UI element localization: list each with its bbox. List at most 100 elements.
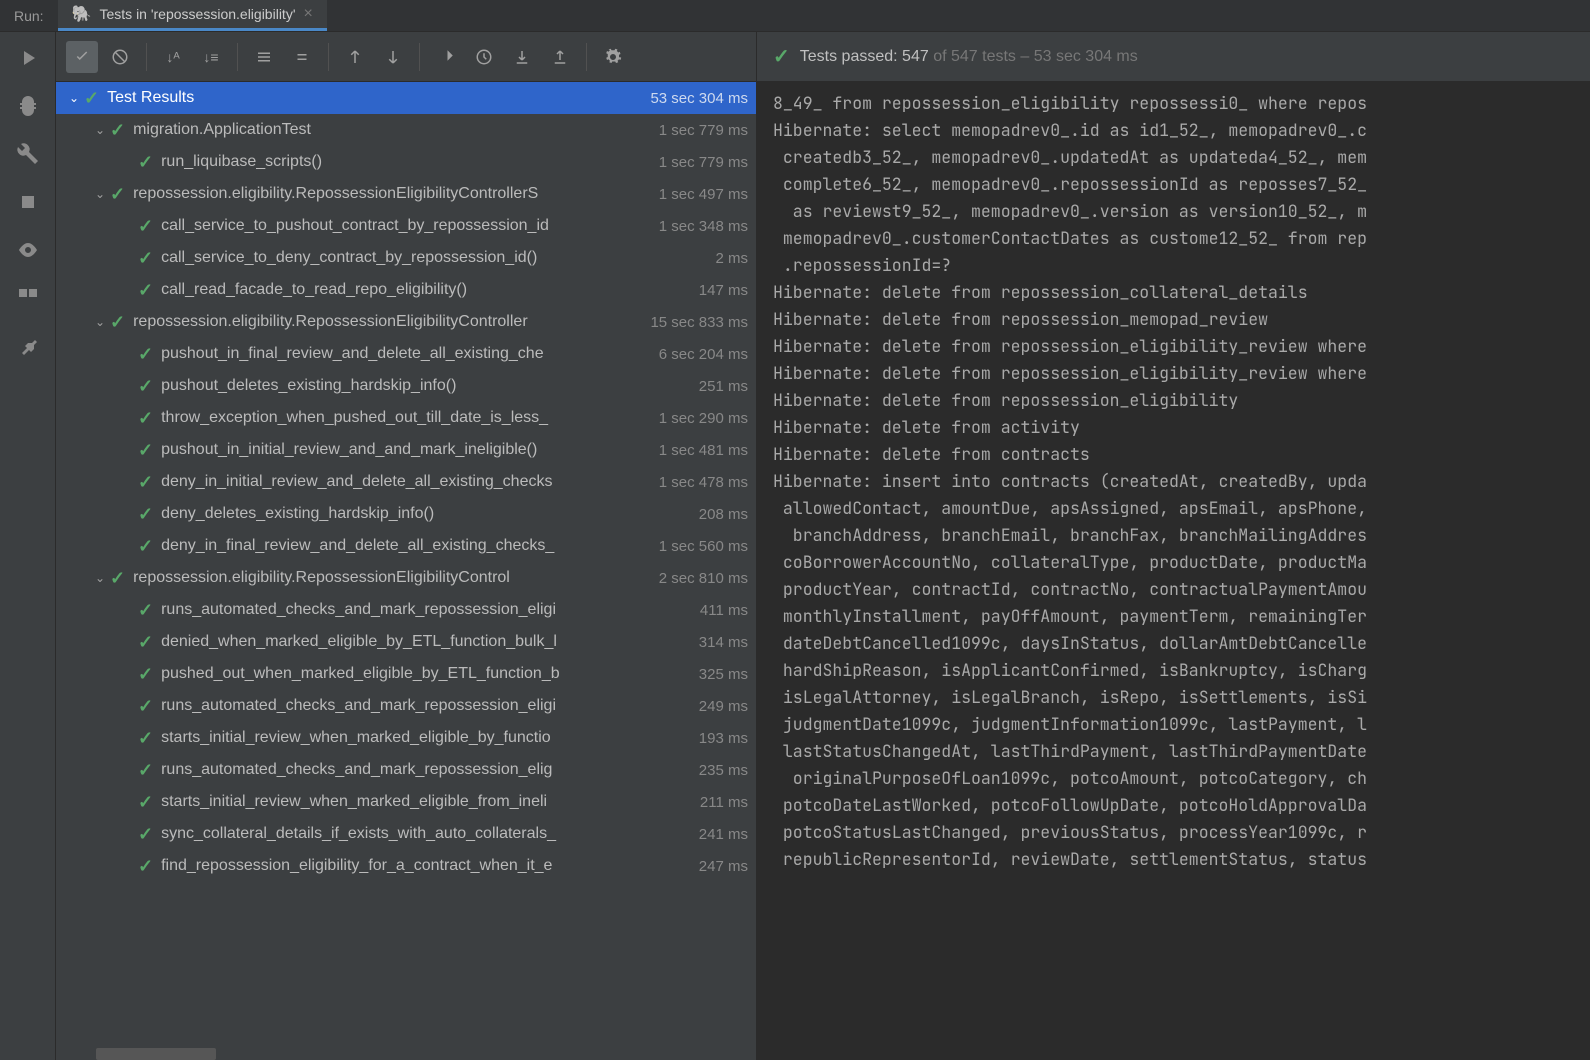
tree-test[interactable]: ✓starts_initial_review_when_marked_eligi… <box>56 786 756 818</box>
pass-icon: ✓ <box>138 600 153 621</box>
pass-icon: ✓ <box>138 632 153 653</box>
tree-test[interactable]: ✓deny_in_initial_review_and_delete_all_e… <box>56 466 756 498</box>
tree-root[interactable]: ⌄ ✓ Test Results 53 sec 304 ms <box>56 82 756 114</box>
test-time: 1 sec 478 ms <box>651 474 748 491</box>
tree-group[interactable]: ⌄✓migration.ApplicationTest1 sec 779 ms <box>56 114 756 146</box>
tab-title: Tests in 'repossession.eligibility' <box>100 6 296 22</box>
test-label: deny_in_initial_review_and_delete_all_ex… <box>161 473 651 491</box>
test-label: runs_automated_checks_and_mark_repossess… <box>161 601 692 619</box>
console-panel: ✓ Tests passed: 547 of 547 tests – 53 se… <box>756 32 1590 1060</box>
wrench-icon[interactable] <box>16 142 40 166</box>
tree-test[interactable]: ✓ deny_in_final_review_and_delete_all_exi… <box>56 530 756 562</box>
test-label: throw_exception_when_pushed_out_till_dat… <box>161 409 651 427</box>
separator <box>146 43 147 71</box>
expand-all-button[interactable] <box>248 41 280 73</box>
tree-test[interactable]: ✓denied_when_marked_eligible_by_ETL_func… <box>56 626 756 658</box>
tree-test[interactable]: ✓pushout_in_initial_review_and_and_mark_… <box>56 434 756 466</box>
test-time: 211 ms <box>692 794 748 811</box>
close-icon[interactable]: × <box>304 5 313 23</box>
test-label: pushout_deletes_existing_hardskip_info() <box>161 377 691 395</box>
test-time: 15 sec 833 ms <box>642 314 748 331</box>
test-label: sync_collateral_details_if_exists_with_a… <box>161 825 691 843</box>
pin-icon[interactable] <box>16 334 40 358</box>
tree-test[interactable]: ✓starts_initial_review_when_marked_eligi… <box>56 722 756 754</box>
test-time: 249 ms <box>691 698 748 715</box>
tree-test[interactable]: ✓pushout_in_final_review_and_delete_all_… <box>56 338 756 370</box>
tree-test[interactable]: ✓runs_automated_checks_and_mark_reposses… <box>56 690 756 722</box>
test-time: 1 sec 348 ms <box>651 218 748 235</box>
tree-test[interactable]: ✓ runs_automated_checks_and_mark_reposses… <box>56 754 756 786</box>
scrollbar-thumb[interactable] <box>96 1048 216 1060</box>
pass-icon: ✓ <box>138 664 153 685</box>
pass-icon: ✓ <box>138 760 153 781</box>
test-label: runs_automated_checks_and_mark_repossess… <box>161 761 691 779</box>
console-output[interactable]: 8_49_ from repossession_eligibility repo… <box>757 82 1590 1060</box>
stop-icon[interactable] <box>16 190 40 214</box>
test-label: repossession.eligibility.RepossessionEli… <box>133 569 651 587</box>
tree-test[interactable]: ✓pushed_out_when_marked_eligible_by_ETL_… <box>56 658 756 690</box>
chevron-down-icon[interactable]: ⌄ <box>90 123 110 137</box>
tree-test[interactable]: ✓throw_exception_when_pushed_out_till_da… <box>56 402 756 434</box>
status-bar: ✓ Tests passed: 547 of 547 tests – 53 se… <box>757 32 1590 82</box>
test-label: call_service_to_pushout_contract_by_repo… <box>161 217 651 235</box>
tree-group[interactable]: ⌄✓repossession.eligibility.RepossessionE… <box>56 178 756 210</box>
run-icon[interactable] <box>16 46 40 70</box>
tree-test[interactable]: ✓pushout_deletes_existing_hardskip_info(… <box>56 370 756 402</box>
chevron-down-icon[interactable]: ⌄ <box>90 187 110 201</box>
test-time: 241 ms <box>691 826 748 843</box>
import-button[interactable] <box>506 41 538 73</box>
test-toolbar: ↓ᴬ ↓≡ <box>56 32 756 82</box>
test-time: 193 ms <box>691 730 748 747</box>
test-label: deny_in_final_review_and_delete_all_exis… <box>161 537 651 555</box>
watch-icon[interactable] <box>16 238 40 262</box>
chevron-down-icon[interactable]: ⌄ <box>64 91 84 105</box>
separator <box>328 43 329 71</box>
pass-icon: ✓ <box>110 312 125 333</box>
pass-icon: ✓ <box>138 216 153 237</box>
tree-test[interactable]: ✓ runs_automated_checks_and_mark_reposses… <box>56 594 756 626</box>
sort-duration-button[interactable]: ↓≡ <box>195 41 227 73</box>
prev-failed-button[interactable] <box>339 41 371 73</box>
collapse-all-button[interactable] <box>286 41 318 73</box>
test-time: 6 sec 204 ms <box>651 346 748 363</box>
tree-test[interactable]: ✓ call_read_facade_to_read_repo_eligibili… <box>56 274 756 306</box>
rerun-failed-button[interactable] <box>430 41 462 73</box>
pass-icon: ✓ <box>138 280 153 301</box>
test-tree[interactable]: ⌄ ✓ Test Results 53 sec 304 ms ⌄✓migrati… <box>56 82 756 1048</box>
test-time: 247 ms <box>691 858 748 875</box>
tab-active[interactable]: 🐘 Tests in 'repossession.eligibility' × <box>58 0 327 31</box>
next-failed-button[interactable] <box>377 41 409 73</box>
chevron-down-icon[interactable]: ⌄ <box>90 315 110 329</box>
tree-test[interactable]: ✓ sync_collateral_details_if_exists_with_… <box>56 818 756 850</box>
test-label: call_read_facade_to_read_repo_eligibilit… <box>161 281 691 299</box>
tree-test[interactable]: ✓find_repossession_eligibility_for_a_con… <box>56 850 756 882</box>
layout-icon[interactable] <box>16 286 40 310</box>
test-label: call_service_to_deny_contract_by_reposse… <box>161 249 707 267</box>
pass-icon: ✓ <box>138 824 153 845</box>
tree-group[interactable]: ⌄✓ repossession.eligibility.RepossessionE… <box>56 562 756 594</box>
pass-icon: ✓ <box>138 344 153 365</box>
main: ↓ᴬ ↓≡ <box>0 32 1590 1060</box>
tree-test[interactable]: ✓run_liquibase_scripts()1 sec 779 ms <box>56 146 756 178</box>
export-button[interactable] <box>544 41 576 73</box>
horizontal-scrollbar[interactable] <box>56 1048 756 1060</box>
test-label: find_repossession_eligibility_for_a_cont… <box>161 857 691 875</box>
tree-test[interactable]: ✓ call_service_to_pushout_contract_by_rep… <box>56 210 756 242</box>
left-gutter <box>0 32 56 1060</box>
pass-icon: ✓ <box>110 568 125 589</box>
pass-icon: ✓ <box>138 536 153 557</box>
sort-alpha-button[interactable]: ↓ᴬ <box>157 41 189 73</box>
show-ignored-button[interactable] <box>104 41 136 73</box>
gear-icon[interactable] <box>597 41 629 73</box>
show-passed-button[interactable] <box>66 41 98 73</box>
test-label: starts_initial_review_when_marked_eligib… <box>161 793 692 811</box>
chevron-down-icon[interactable]: ⌄ <box>90 571 110 585</box>
tree-test[interactable]: ✓deny_deletes_existing_hardskip_info()20… <box>56 498 756 530</box>
history-button[interactable] <box>468 41 500 73</box>
debug-icon[interactable] <box>16 94 40 118</box>
tree-group[interactable]: ⌄✓repossession.eligibility.RepossessionE… <box>56 306 756 338</box>
tree-test[interactable]: ✓call_service_to_deny_contract_by_reposs… <box>56 242 756 274</box>
pass-icon: ✓ <box>138 504 153 525</box>
titlebar: Run: 🐘 Tests in 'repossession.eligibilit… <box>0 0 1590 32</box>
separator <box>237 43 238 71</box>
